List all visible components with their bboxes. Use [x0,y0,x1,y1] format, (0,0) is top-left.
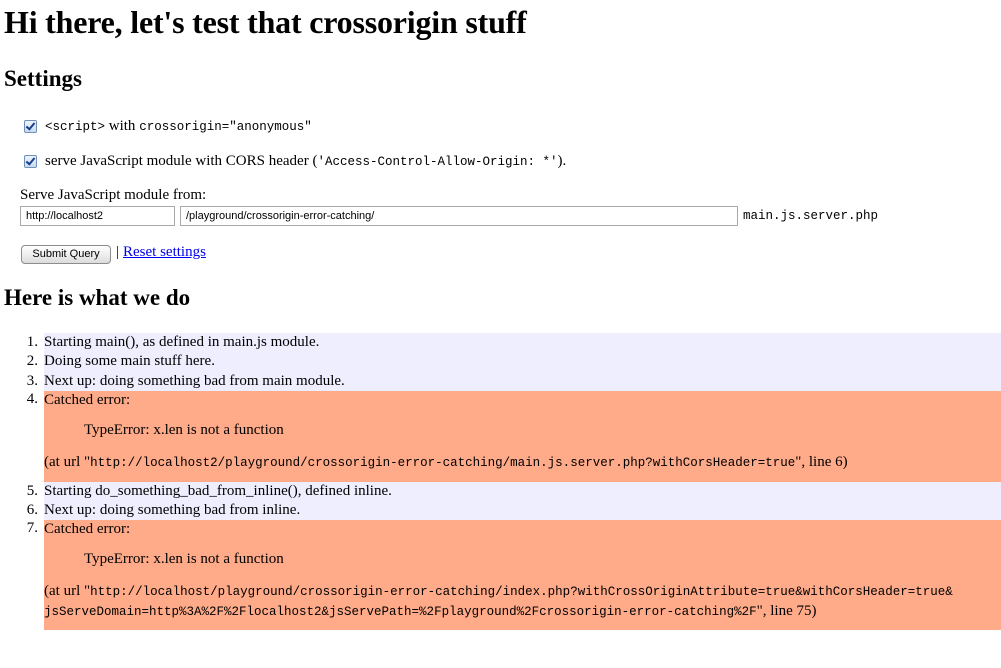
url-prefix: (at url " [44,453,91,470]
list-item: 5. Starting do_something_bad_from_inline… [27,481,1001,502]
url-suffix: ", line 75) [756,603,817,620]
list-number: 5. [26,482,38,499]
list-item: 3. Next up: doing something bad from mai… [27,371,1001,391]
reset-settings-link[interactable]: Reset settings [123,244,206,261]
page-title: Hi there, let's test that crossorigin st… [4,4,527,40]
settings-heading: Settings [4,66,82,91]
list-number: 6. [26,502,38,519]
serve-from-label: Serve JavaScript module from: [20,187,207,203]
cors-option-text: serve JavaScript module with CORS header… [45,153,318,169]
error-message: TypeError: x.len is not a function [84,551,284,568]
error-message: TypeError: x.len is not a function [84,421,284,438]
list-item: 6. Next up: doing something bad from inl… [27,501,1001,521]
log-text: Next up: doing something bad from inline… [44,502,301,519]
error-label: Catched error: [44,521,131,538]
error-location: (at url "http://localhost/playground/cro… [44,582,1001,622]
log-text: Doing some main stuff here. [44,353,215,370]
list-number: 1. [26,334,38,350]
error-url-continued: jsServeDomain=http%3A%2F%2Flocalhost2&js… [44,605,757,620]
list-item: 1. Starting main(), as defined in main.j… [27,333,1001,353]
error-item: 7. Catched error: TypeError: x.len is no… [27,520,1001,631]
log-text: Starting do_something_bad_from_inline(),… [44,482,392,499]
list-number: 4. [26,390,38,407]
error-url: http://localhost2/playground/crossorigin… [90,455,796,470]
log-text: Starting main(), as defined in main.js m… [44,334,320,350]
crossorigin-attr-code: crossorigin="anonymous" [139,119,312,134]
error-location: (at url "http://localhost2/playground/cr… [44,453,1001,473]
crossorigin-checkbox[interactable] [24,120,37,133]
url-suffix: ", line 6) [795,453,848,470]
crossorigin-option: <script> with crossorigin="anonymous" [24,118,312,135]
cors-header-code: 'Access-Control-Allow-Origin: *' [317,154,558,169]
cors-option-end: ). [557,153,567,169]
list-number: 3. [26,372,38,389]
script-tag-code: <script> [45,119,106,134]
error-item: 4. Catched error: TypeError: x.len is no… [27,390,1001,482]
submit-query-button[interactable]: Submit Query [21,245,111,264]
list-item: 2. Doing some main stuff here. [27,352,1001,372]
log-heading: Here is what we do [4,285,191,310]
url-prefix: (at url " [44,583,91,600]
cors-option: serve JavaScript module with CORS header… [24,153,566,170]
list-number: 7. [26,520,38,537]
error-label: Catched error: [44,391,131,408]
domain-input[interactable]: http://localhost2 [20,206,175,226]
error-url: http://localhost/playground/crossorigin-… [90,585,953,600]
path-input[interactable]: /playground/crossorigin-error-catching/ [180,206,738,226]
cors-checkbox[interactable] [24,155,37,168]
crossorigin-option-text: with [105,118,140,134]
script-file-name: main.js.server.php [743,209,879,223]
separator: | [116,244,120,260]
log-text: Next up: doing something bad from main m… [44,372,345,389]
log-list: 1. Starting main(), as defined in main.j… [0,333,1001,631]
list-number: 2. [26,353,38,370]
